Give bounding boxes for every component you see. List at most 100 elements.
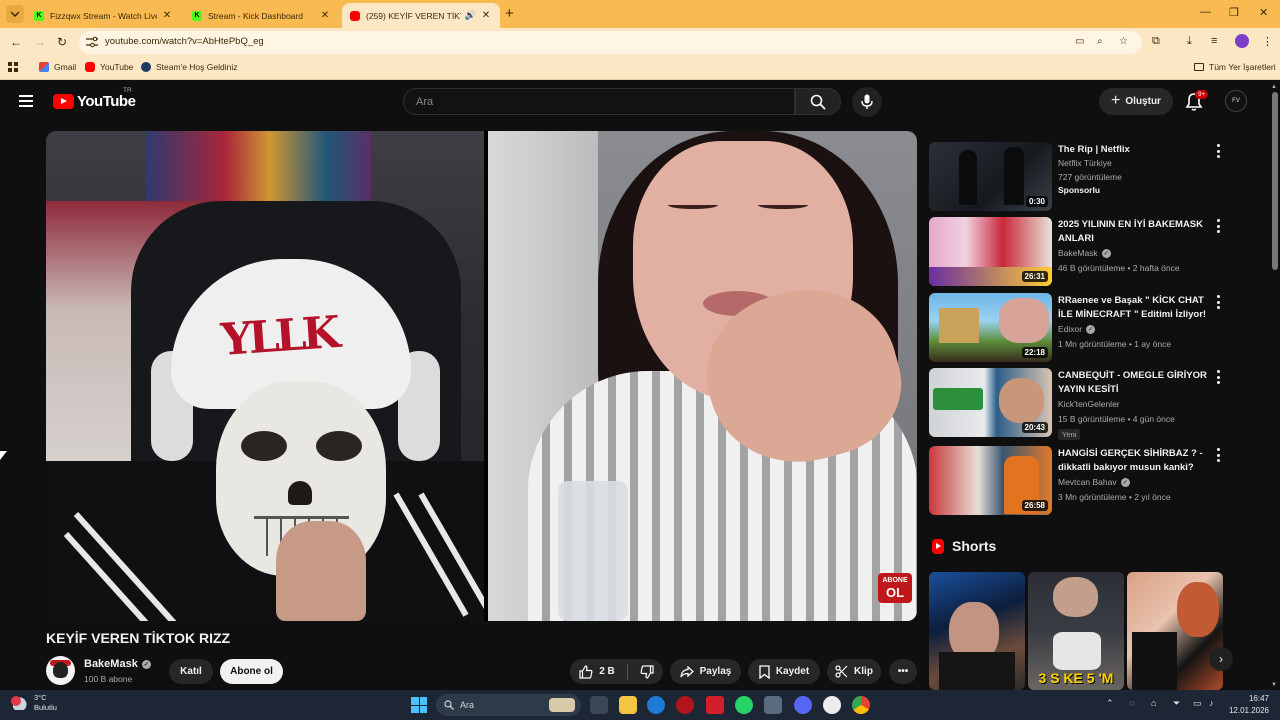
channel-name[interactable]: Kick'tenGelenler <box>1058 399 1120 409</box>
app-icon[interactable] <box>706 696 724 714</box>
all-bookmarks-button[interactable]: Tüm Yer İşaretleri <box>1194 62 1276 72</box>
new-tab-button[interactable]: + <box>505 5 514 22</box>
tray-app-icon[interactable]: ◌ <box>1129 698 1134 708</box>
chevron-down-icon <box>11 11 19 17</box>
windows-start-icon[interactable] <box>411 697 427 713</box>
scroll-down-icon[interactable]: ▼ <box>1271 682 1277 688</box>
search-button[interactable] <box>795 88 841 115</box>
profile-avatar[interactable] <box>1235 34 1249 48</box>
recommendation-item[interactable]: 22:18 RRaenee ve Başak " KİCK CHAT İLE M… <box>929 293 1229 363</box>
more-vertical-icon[interactable] <box>1214 448 1222 462</box>
whatsapp-icon[interactable] <box>735 696 753 714</box>
edge-icon[interactable] <box>647 696 665 714</box>
zoom-icon[interactable]: ⌕ <box>1097 36 1103 47</box>
search-input[interactable] <box>404 89 794 114</box>
close-tab-icon[interactable]: ✕ <box>480 10 492 22</box>
taskbar-search-box[interactable]: Ara <box>436 694 581 716</box>
sponsored-label: Sponsorlu <box>1058 185 1101 195</box>
more-vertical-icon[interactable] <box>1214 144 1222 158</box>
more-actions-button[interactable]: ••• <box>889 659 917 684</box>
scroll-up-icon[interactable]: ▲ <box>1271 84 1277 90</box>
extensions-icon[interactable]: ⧉ <box>1152 35 1160 48</box>
apps-icon[interactable] <box>8 62 18 72</box>
forward-arrow-icon[interactable]: → <box>34 35 46 49</box>
video-meta: 727 görüntüleme <box>1058 172 1122 182</box>
recommendation-item[interactable]: 26:58 HANGİSİ GERÇEK SİHİRBAZ ? - dikkat… <box>929 446 1229 516</box>
channel-avatar[interactable] <box>46 656 75 685</box>
download-icon[interactable]: ⤓ <box>1187 35 1192 48</box>
tab-kick-dashboard[interactable]: K Stream - Kick Dashboard ✕ <box>184 3 339 28</box>
video-thumbnail[interactable]: 0:30 <box>929 142 1052 211</box>
close-tab-icon[interactable]: ✕ <box>161 10 173 22</box>
system-clock[interactable]: 16:47 12.01.2026 <box>1221 693 1269 717</box>
restore-icon[interactable]: ❐ <box>1229 6 1239 19</box>
tray-chevron-icon[interactable]: ⌃ <box>1106 698 1114 709</box>
video-thumbnail[interactable]: 20:43 <box>929 368 1052 437</box>
tab-search-button[interactable] <box>6 5 24 23</box>
channel-name[interactable]: Mevtcan Bahav ✓ <box>1058 477 1130 487</box>
recommendation-item[interactable]: 20:43 CANBEQUİT - OMEGLE GİRİYOR YAYIN K… <box>929 368 1229 440</box>
overlay-badge-top: ABONE <box>882 577 908 584</box>
bookmark-star-icon[interactable]: ☆ <box>1119 36 1128 47</box>
bookmark-steam[interactable]: Steam'e Hoş Geldiniz <box>141 62 237 72</box>
speaker-icon[interactable]: 🔊 <box>465 10 476 21</box>
browser-menu-icon[interactable]: ⋮ <box>1262 35 1273 48</box>
scrollbar-thumb[interactable] <box>1272 92 1278 270</box>
subscribe-button[interactable]: Abone ol <box>220 659 283 684</box>
thumbs-down-icon[interactable] <box>640 664 654 679</box>
hamburger-menu-icon[interactable] <box>19 95 33 107</box>
channel-name-link[interactable]: BakeMask ✓ <box>84 658 151 670</box>
like-button[interactable]: 2 B <box>579 664 615 679</box>
channel-name[interactable]: Netflix Türkiye <box>1058 158 1112 168</box>
opera-icon[interactable] <box>676 696 694 714</box>
join-button[interactable]: Katıl <box>169 659 213 684</box>
short-item[interactable]: 3 S KE 5 'M <box>1028 572 1124 690</box>
back-arrow-icon[interactable]: ← <box>10 35 22 49</box>
create-button[interactable]: + Oluştur <box>1099 88 1173 115</box>
site-settings-icon[interactable] <box>85 36 99 49</box>
media-control-icon[interactable]: ≡ <box>1211 35 1217 47</box>
video-thumbnail[interactable]: 26:31 <box>929 217 1052 286</box>
recommendation-item[interactable]: 26:31 2025 YILININ EN İYİ BAKEMASK ANLAR… <box>929 217 1229 287</box>
account-avatar[interactable]: FV <box>1225 90 1247 112</box>
volume-icon[interactable]: ♪ <box>1209 698 1214 708</box>
channel-name[interactable]: BakeMask ✓ <box>1058 248 1111 258</box>
network-icon[interactable]: ⌂ <box>1151 698 1156 708</box>
more-vertical-icon[interactable] <box>1214 219 1222 233</box>
cast-icon[interactable]: ▭ <box>1075 36 1084 47</box>
video-thumbnail[interactable]: 22:18 <box>929 293 1052 362</box>
youtube-logo[interactable]: YouTube TR <box>53 87 136 110</box>
short-item[interactable] <box>929 572 1025 690</box>
tab-fizzqwx-stream[interactable]: K Fizzqwx Stream - Watch Live on ✕ <box>26 3 181 28</box>
clip-button[interactable]: Klip <box>827 659 881 684</box>
short-item[interactable] <box>1127 572 1223 690</box>
close-tab-icon[interactable]: ✕ <box>319 10 331 22</box>
more-vertical-icon[interactable] <box>1214 370 1222 384</box>
save-button[interactable]: Kaydet <box>748 659 820 684</box>
channel-name[interactable]: Edixor ✓ <box>1058 324 1096 334</box>
video-player[interactable]: YLLK ABONE OL <box>46 131 917 621</box>
microphone-tray-icon[interactable]: ⏷ <box>1173 698 1180 709</box>
video-thumbnail[interactable]: 26:58 <box>929 446 1052 515</box>
reload-icon[interactable]: ↻ <box>57 35 67 49</box>
minimize-icon[interactable]: — <box>1200 6 1211 18</box>
close-window-icon[interactable]: ✕ <box>1259 6 1268 19</box>
bookmark-youtube[interactable]: YouTube <box>85 62 133 72</box>
bookmark-gmail[interactable]: Gmail <box>39 62 76 72</box>
more-vertical-icon[interactable] <box>1214 295 1222 309</box>
recommendation-item[interactable]: 0:30 The Rip | Netflix Netflix Türkiye 7… <box>929 142 1229 212</box>
weather-widget[interactable]: 3°C Bulutlu <box>11 693 57 713</box>
share-button[interactable]: Paylaş <box>670 659 741 684</box>
task-view-icon[interactable] <box>590 696 608 714</box>
tab-youtube-video[interactable]: (259) KEYİF VEREN TİKTOK 🔊 ✕ <box>342 3 500 28</box>
display-icon[interactable]: ▭ <box>1193 698 1202 709</box>
app-icon[interactable] <box>764 696 782 714</box>
address-bar[interactable]: youtube.com/watch?v=AbHtePbQ_eg ▭ ⌕ ☆ <box>79 31 1142 54</box>
shorts-next-button[interactable]: › <box>1209 647 1233 671</box>
voice-search-button[interactable] <box>852 87 882 117</box>
app-icon[interactable] <box>823 696 841 714</box>
chrome-icon[interactable] <box>852 696 870 714</box>
cloudy-weather-icon <box>11 696 29 710</box>
file-explorer-icon[interactable] <box>619 696 637 714</box>
discord-icon[interactable] <box>794 696 812 714</box>
